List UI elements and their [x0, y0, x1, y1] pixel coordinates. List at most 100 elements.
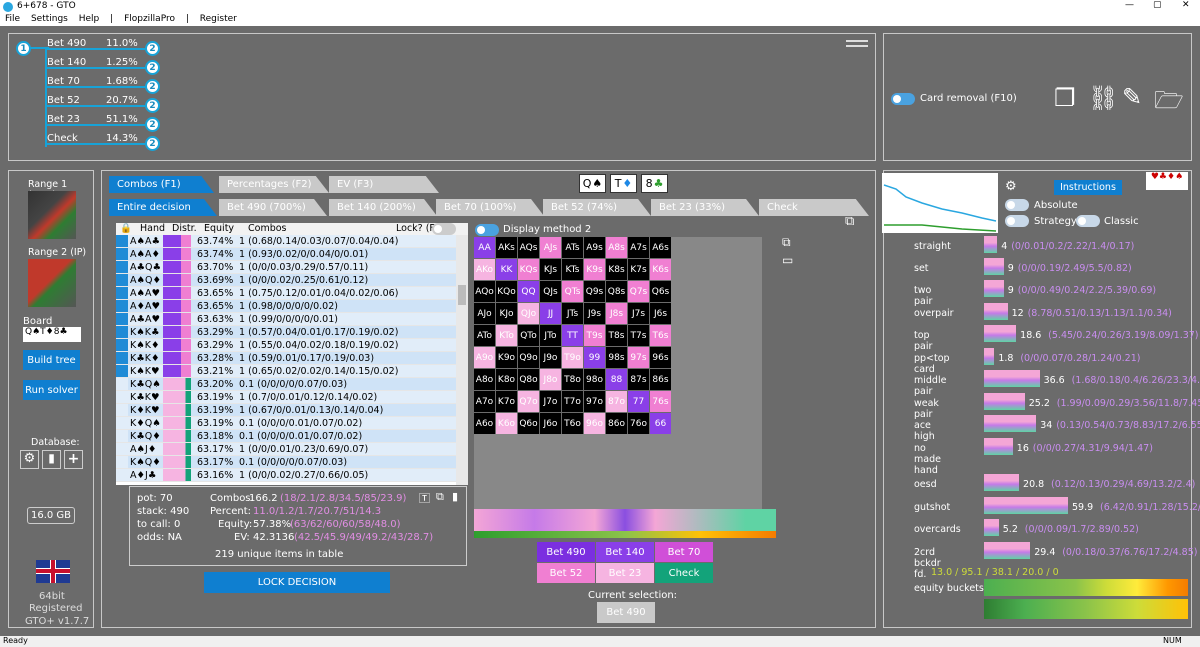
grid-cell-JTs[interactable]: JTs — [562, 303, 583, 324]
tab-decision-4[interactable]: Bet 52 (74%) — [543, 199, 651, 216]
menu-settings[interactable]: Settings — [31, 14, 68, 24]
tab-decision-3[interactable]: Bet 70 (100%) — [436, 199, 544, 216]
tree-child-node[interactable]: 2 — [145, 136, 160, 151]
grid-cell-87o[interactable]: 87o — [606, 391, 627, 412]
instructions-button[interactable]: Instructions — [1054, 180, 1122, 195]
action-button-5[interactable]: Check — [655, 563, 713, 583]
grid-cell-A8o[interactable]: A8o — [474, 369, 495, 390]
grid-cell-Q6o[interactable]: Q6o — [518, 413, 539, 434]
table-row[interactable]: A♣Q♣ 63.70% 1 (0/0/0.03/0.29/0.57/0.11) — [116, 260, 456, 274]
popout-icon[interactable]: ⧉ — [845, 214, 854, 229]
grid-cell-A7o[interactable]: A7o — [474, 391, 495, 412]
lock-cell[interactable] — [116, 260, 128, 274]
grid-cell-AQo[interactable]: AQo — [474, 281, 495, 302]
folder-icon[interactable]: 🗁 — [1154, 83, 1184, 124]
table-row[interactable]: A♠A♣ 63.74% 1 (0.68/0.14/0.03/0.07/0.04/0.… — [116, 235, 456, 248]
menu-file[interactable]: File — [5, 14, 20, 24]
run-solver-button[interactable]: Run solver — [23, 380, 80, 400]
grid-cell-KK[interactable]: KK — [496, 259, 517, 280]
lock-cell[interactable] — [116, 364, 128, 378]
tree-action-label[interactable]: Bet 140 — [47, 57, 86, 68]
col-distr[interactable]: Distr. — [172, 223, 197, 234]
display-method-toggle[interactable] — [475, 224, 499, 236]
grid-cell-J6s[interactable]: J6s — [650, 303, 671, 324]
lock-cell[interactable] — [116, 299, 128, 313]
grid-cell-A8s[interactable]: A8s — [606, 237, 627, 258]
grid-cell-T8o[interactable]: T8o — [562, 369, 583, 390]
lock-cell[interactable] — [116, 403, 128, 417]
suits-icon[interactable]: ♥♣♦♠ — [1146, 172, 1188, 190]
grid-cell-JTo[interactable]: JTo — [540, 325, 561, 346]
table-row[interactable]: A♠J♦ 63.17% 1 (0/0/0.01/0.23/0.69/0.07) — [116, 442, 456, 456]
grid-cell-JJ[interactable]: JJ — [540, 303, 561, 324]
table-row[interactable]: A♦J♣ 63.16% 1 (0/0/0.02/0.27/0.66/0.05) — [116, 468, 456, 482]
card-removal-toggle[interactable] — [891, 93, 915, 105]
grid-cell-QJs[interactable]: QJs — [540, 281, 561, 302]
grid-cell-T7o[interactable]: T7o — [562, 391, 583, 412]
grid-cell-J8s[interactable]: J8s — [606, 303, 627, 324]
lock-cell[interactable] — [116, 351, 128, 365]
grid-cell-97o[interactable]: 97o — [584, 391, 605, 412]
lock-cell[interactable] — [116, 286, 128, 300]
lock-cell[interactable] — [116, 442, 128, 456]
menu-help[interactable]: Help — [79, 14, 100, 24]
grid-cell-QTo[interactable]: QTo — [518, 325, 539, 346]
grid-cell-87s[interactable]: 87s — [628, 369, 649, 390]
grid-cell-96s[interactable]: 96s — [650, 347, 671, 368]
table-row[interactable]: K♣K♦ 63.28% 1 (0.59/0.01/0.17/0.19/0.03) — [116, 351, 456, 365]
grid-cell-A7s[interactable]: A7s — [628, 237, 649, 258]
grid-cell-T7s[interactable]: T7s — [628, 325, 649, 346]
tab-view-1[interactable]: Percentages (F2) — [219, 176, 329, 193]
grid-cell-86o[interactable]: 86o — [606, 413, 627, 434]
lock-decision-button[interactable]: LOCK DECISION — [204, 572, 390, 593]
classic-toggle[interactable] — [1076, 215, 1100, 227]
tab-decision-2[interactable]: Bet 140 (200%) — [329, 199, 437, 216]
grid-cell-Q7s[interactable]: Q7s — [628, 281, 649, 302]
grid-cell-77[interactable]: 77 — [628, 391, 649, 412]
col-combos[interactable]: Combos — [248, 223, 287, 234]
grid-cell-KTs[interactable]: KTs — [562, 259, 583, 280]
grid-cell-Q7o[interactable]: Q7o — [518, 391, 539, 412]
action-button-4[interactable]: Bet 23 — [596, 563, 654, 583]
table-row[interactable]: A♣A♥ 63.63% 1 (0.99/0/0/0/0/0.01) — [116, 312, 456, 326]
grid-cell-J9o[interactable]: J9o — [540, 347, 561, 368]
lock-cell[interactable] — [116, 273, 128, 287]
table-row[interactable]: K♦K♥ 63.19% 1 (0.67/0/0.01/0.13/0.14/0.04) — [116, 403, 456, 417]
tree-child-node[interactable]: 2 — [145, 60, 160, 75]
table-row[interactable]: A♠A♥ 63.65% 1 (0.75/0.12/0.01/0.04/0.02/0.… — [116, 286, 456, 300]
tree-child-node[interactable]: 2 — [145, 98, 160, 113]
lock-cell[interactable] — [116, 416, 128, 430]
menu-flopzillapro[interactable]: FlopzillaPro — [124, 14, 175, 24]
grid-cell-K7s[interactable]: K7s — [628, 259, 649, 280]
text-export-icon[interactable]: 🅃 — [419, 490, 430, 506]
gear-icon[interactable]: ⚙ — [1005, 179, 1017, 194]
grid-cell-98o[interactable]: 98o — [584, 369, 605, 390]
add-icon[interactable]: + — [64, 450, 83, 469]
grid-cell-K6o[interactable]: K6o — [496, 413, 517, 434]
col-hand[interactable]: Hand — [140, 223, 165, 234]
copy-icon[interactable]: ❐ — [1054, 84, 1076, 112]
table-row[interactable]: K♠K♣ 63.29% 1 (0.57/0.04/0.01/0.17/0.19/0.… — [116, 325, 456, 339]
close-icon[interactable]: ✕ — [1182, 0, 1190, 10]
tab-decision-1[interactable]: Bet 490 (700%) — [219, 199, 327, 216]
tab-decision-5[interactable]: Bet 23 (33%) — [651, 199, 759, 216]
grid-cell-QQ[interactable]: QQ — [518, 281, 539, 302]
grid-cell-AA[interactable]: AA — [474, 237, 495, 258]
grid-cell-Q9o[interactable]: Q9o — [518, 347, 539, 368]
minimize-icon[interactable]: — — [1125, 0, 1134, 10]
table-row[interactable]: K♠Q♦ 63.17% 0.1 (0/0/0/0/0.07/0.03) — [116, 455, 456, 469]
grid-cell-T6o[interactable]: T6o — [562, 413, 583, 434]
grid-cell-J7s[interactable]: J7s — [628, 303, 649, 324]
lock-cell[interactable] — [116, 429, 128, 443]
lock-cell[interactable] — [116, 235, 128, 248]
grid-cell-A9s[interactable]: A9s — [584, 237, 605, 258]
tree-child-node[interactable]: 2 — [145, 117, 160, 132]
grid-cell-T9o[interactable]: T9o — [562, 347, 583, 368]
grid-cell-98s[interactable]: 98s — [606, 347, 627, 368]
build-tree-button[interactable]: Build tree — [23, 350, 80, 370]
lock-cell[interactable] — [116, 468, 128, 482]
grid-cell-J6o[interactable]: J6o — [540, 413, 561, 434]
grid-cell-Q6s[interactable]: Q6s — [650, 281, 671, 302]
table-row[interactable]: K♠K♥ 63.21% 1 (0.65/0.02/0.02/0.14/0.15/0.… — [116, 364, 456, 378]
table-row[interactable]: K♣Q♠ 63.20% 0.1 (0/0/0/0/0.07/0.03) — [116, 377, 456, 391]
